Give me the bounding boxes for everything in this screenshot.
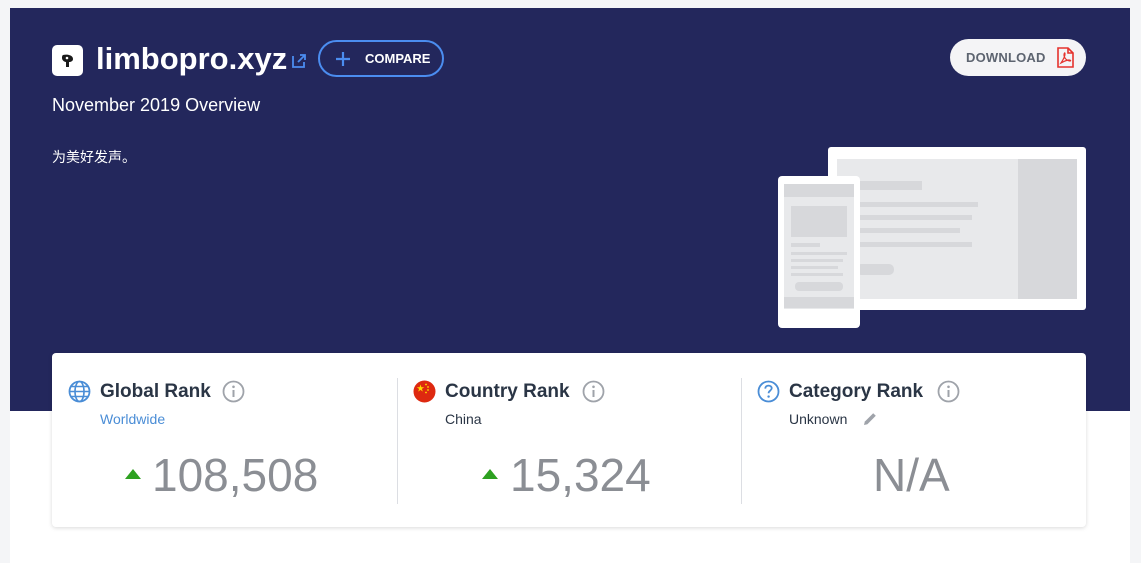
site-preview-illustration xyxy=(778,147,1086,328)
overview-page: limbopro.xyz COMPARE DOWNLOAD November 2… xyxy=(0,0,1141,563)
overview-title: November 2019 Overview xyxy=(52,95,261,115)
category-rank-title: Category Rank xyxy=(789,381,924,402)
triangle-up-icon xyxy=(482,469,498,479)
pdf-icon xyxy=(1056,47,1074,68)
compare-button[interactable]: COMPARE xyxy=(318,40,444,77)
category-rank-value: N/A xyxy=(873,449,950,501)
category-rank-section: Category Rank Unknown N/A xyxy=(741,353,1086,527)
info-icon[interactable] xyxy=(937,380,960,403)
pencil-icon[interactable] xyxy=(861,410,879,428)
category-rank-category: Unknown xyxy=(789,411,848,427)
info-icon[interactable] xyxy=(222,380,245,403)
triangle-up-icon xyxy=(125,469,141,479)
global-rank-section: Global Rank Worldwide 108,508 xyxy=(52,353,397,527)
info-icon[interactable] xyxy=(582,380,605,403)
site-logo-icon xyxy=(52,45,83,76)
global-rank-title: Global Rank xyxy=(100,381,211,402)
download-button[interactable]: DOWNLOAD xyxy=(950,39,1086,76)
left-edge xyxy=(0,0,10,563)
site-tagline: 为美好发声。 xyxy=(52,149,136,165)
plus-icon xyxy=(336,51,350,66)
question-circle-icon xyxy=(757,380,780,403)
country-rank-country: China xyxy=(445,411,482,427)
rank-card: Global Rank Worldwide 108,508 Country Ra… xyxy=(52,353,1086,527)
compare-label: COMPARE xyxy=(365,51,431,66)
external-link-icon[interactable] xyxy=(290,52,308,70)
global-rank-scope-link[interactable]: Worldwide xyxy=(100,410,165,428)
download-label: DOWNLOAD xyxy=(966,50,1046,65)
global-rank-value: 108,508 xyxy=(152,449,319,501)
country-rank-title: Country Rank xyxy=(445,381,570,402)
country-rank-section: Country Rank China 15,324 xyxy=(397,353,741,527)
site-name: limbopro.xyz xyxy=(96,41,288,76)
country-rank-value: 15,324 xyxy=(510,449,651,501)
globe-icon xyxy=(68,380,91,403)
china-flag-icon xyxy=(413,380,436,403)
